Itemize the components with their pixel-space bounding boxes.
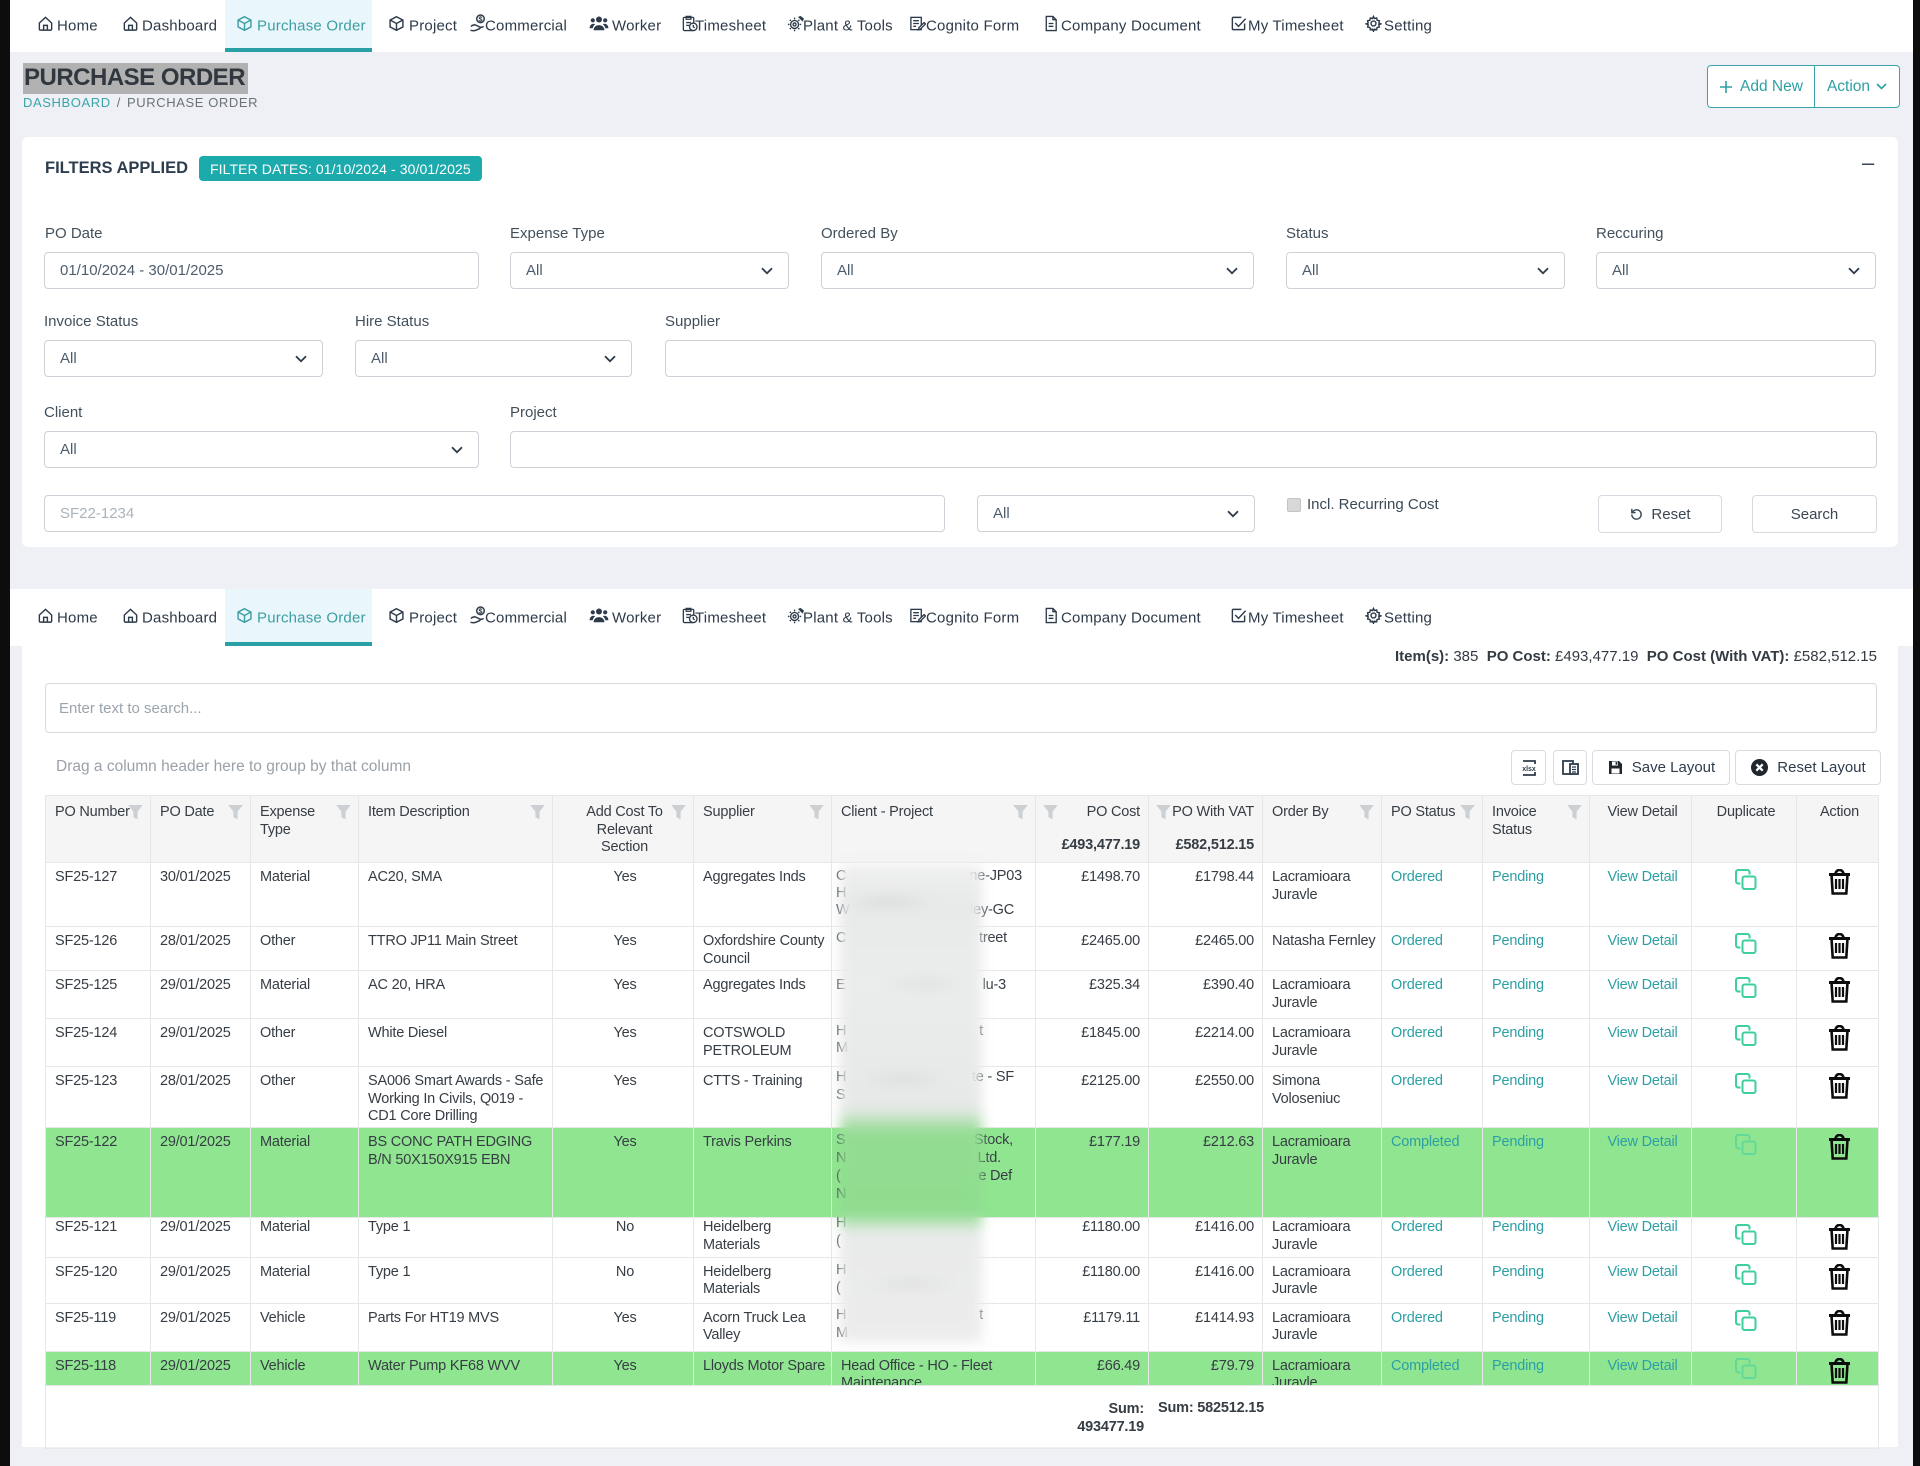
svg-text:xlsx: xlsx [1522, 766, 1536, 773]
